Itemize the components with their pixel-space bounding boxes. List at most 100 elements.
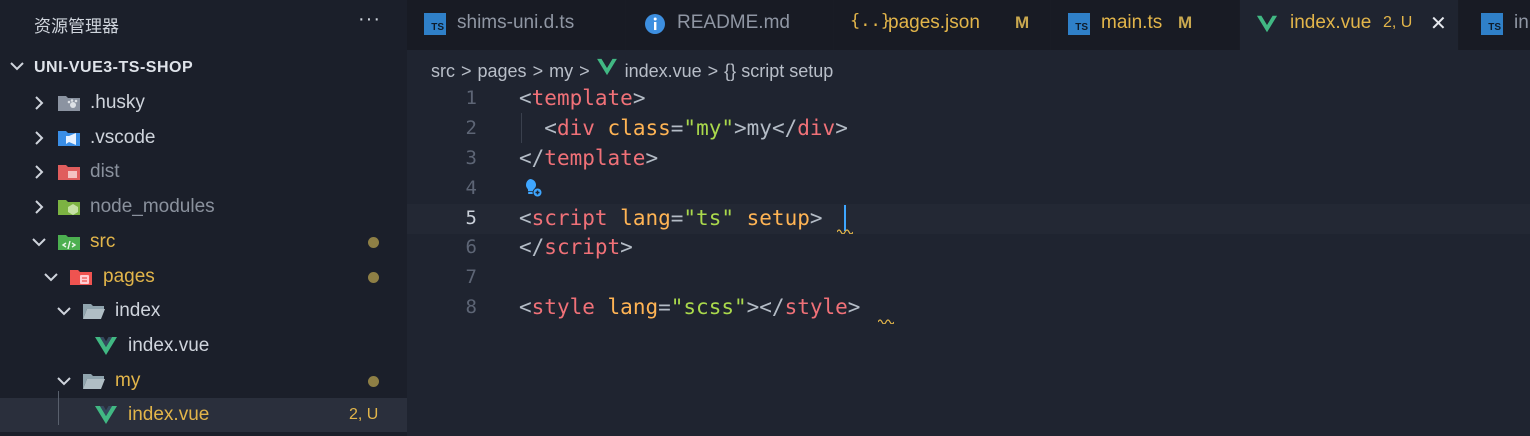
breadcrumb: src > pages > my > index.vue >{} script setup [431,58,833,82]
explorer-sidebar: 资源管理器 ··· UNI-VUE3-TS-SHOP .husky .vscod… [0,0,407,436]
tree-item-index-vue[interactable]: index.vue [0,329,407,363]
chevron-right-icon [35,200,44,214]
chevron-down-icon [44,273,58,282]
breadcrumb-separator: > [461,60,472,81]
tab-pages-json[interactable]: {..} pages.json M [834,0,1050,50]
explorer-header: 资源管理器 ··· [0,0,407,50]
folder-pages-icon [70,270,92,285]
folder-vscode-icon [58,131,80,146]
code-text: </script> [519,235,633,259]
code-text: <style lang="scss"></style> [519,295,860,319]
line-number: 8 [465,296,477,318]
tree-item-label: index [115,300,161,321]
modified-dot [368,237,379,248]
tree-item-node-modules[interactable]: node_modules [0,190,407,224]
token-punct: > [847,295,861,319]
tab-shims-uni-d-ts[interactable]: TS shims-uni.d.ts [407,0,625,50]
more-actions-icon[interactable]: ··· [358,8,381,31]
token-punct: > [632,86,646,110]
breadcrumb-item[interactable]: {} script setup [724,61,833,82]
explorer-title: 资源管理器 [34,17,119,36]
project-root[interactable]: UNI-VUE3-TS-SHOP [0,51,407,85]
tree-item-my-index-vue[interactable]: index.vue 2, U [0,398,407,432]
tree-item-label: .vscode [90,127,156,148]
tree-item-label: .husky [90,92,145,113]
token-punct: > [734,116,747,140]
modified-dot [368,376,379,387]
close-icon[interactable]: ✕ [1430,11,1447,36]
vue-icon [95,337,117,355]
chevron-down-icon [57,377,71,386]
chevron-down-icon [10,62,24,71]
project-name: UNI-VUE3-TS-SHOP [34,59,194,76]
tab-label: main.ts [1101,12,1163,33]
token-string: "ts" [683,206,734,230]
lightbulb-icon[interactable] [521,176,545,200]
token-attr: class [607,116,671,140]
ts-icon: TS [1068,13,1090,35]
chevron-right-icon [35,131,44,145]
code-line-4: 4 [407,174,1530,204]
line-number: 3 [465,147,477,169]
ts-icon: TS [1481,13,1503,35]
breadcrumb-item[interactable]: index.vue [625,61,702,82]
tab-modified-indicator: M [1015,13,1030,32]
tree-item-dist[interactable]: dist [0,155,407,189]
breadcrumb-item[interactable]: src [431,61,455,82]
code-line-8: 8 <style lang="scss"></style> [407,293,1530,324]
tree-item-label: dist [90,161,120,182]
tree-item-vscode[interactable]: .vscode [0,121,407,155]
token-tag: style [784,295,848,319]
chevron-right-icon [35,165,44,179]
token-punct: < [519,206,532,230]
tree-item-label: my [115,370,141,391]
code-line-2: 2 <div class="my">my</div> [407,114,1530,144]
code-line-6: 6 </script> [407,233,1530,263]
token-punct: > [746,295,760,319]
token-punct: </ [759,295,785,319]
token-string: "scss" [670,295,747,319]
tree-item-my-folder[interactable]: my [0,364,407,398]
breadcrumb-item[interactable]: my [549,61,573,82]
token-punct: </ [771,116,798,140]
breadcrumb-item[interactable]: pages [478,61,527,82]
tab-label: pages.json [888,12,980,33]
line-number: 5 [465,207,477,229]
token-punct: > [809,206,823,230]
token-tag: div [797,116,836,140]
tree-item-src[interactable]: src [0,225,407,259]
token-punct: > [835,116,848,140]
token-tag: style [531,295,595,319]
folder-open-icon [83,374,105,389]
line-number: 4 [465,177,477,199]
vscode-window: 资源管理器 ··· UNI-VUE3-TS-SHOP .husky .vscod… [0,0,1530,436]
code-text: <div class="my">my</div> [519,116,848,140]
tree-item-pages[interactable]: pages [0,260,407,294]
token-string: "my" [683,116,734,140]
chevron-right-icon [35,96,44,110]
token-punct: = [670,206,684,230]
folder-dist-icon [58,165,80,180]
code-line-7: 7 [407,263,1530,293]
token-tag: script [544,235,621,259]
tab-label: index.vue [1290,12,1372,33]
tab-index-vue[interactable]: index.vue 2, U ✕ [1240,0,1458,50]
code-line-3: 3 </template> [407,144,1530,174]
tab-modified-indicator: M [1178,13,1193,32]
token-attr: lang [620,206,671,230]
tab-overflow[interactable]: TS in [1459,0,1530,50]
tab-main-ts[interactable]: TS main.ts M [1051,0,1239,50]
info-icon [645,14,665,34]
editor-tab-bar: TS shims-uni.d.ts README.md {..} pages.j… [407,0,1530,50]
code-line-1: 1 <template> [407,84,1530,114]
json-braces-icon: {..} [850,11,891,31]
tab-readme[interactable]: README.md [626,0,833,50]
tree-item-husky[interactable]: .husky [0,86,407,120]
tree-item-index-folder[interactable]: index [0,294,407,328]
warning-squiggle [878,319,894,324]
token-punct: = [658,295,671,319]
token-tag: div [556,116,595,140]
tab-label: README.md [677,12,790,33]
